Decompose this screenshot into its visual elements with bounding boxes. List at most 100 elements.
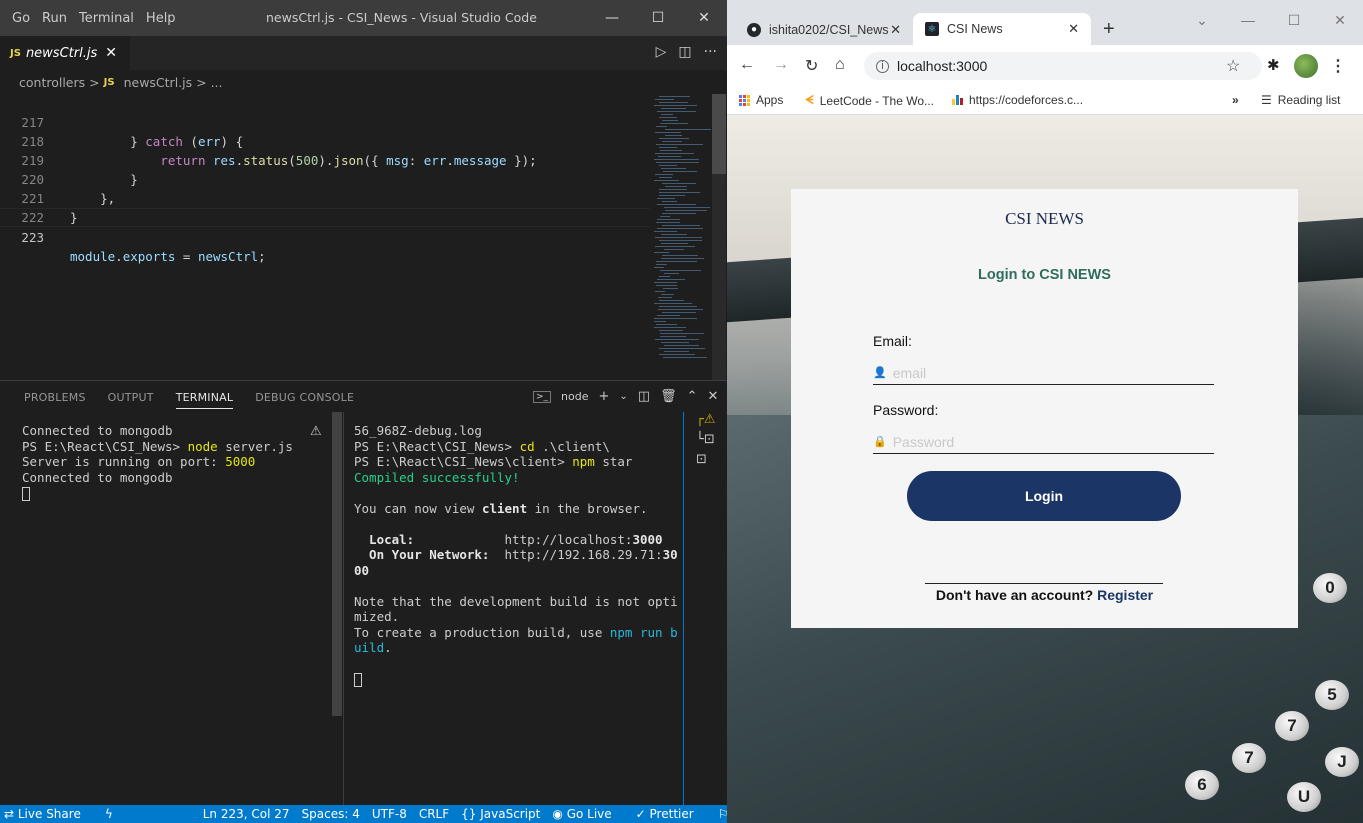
line-endings[interactable]: CRLF: [419, 807, 449, 821]
maximize-icon[interactable]: ☐: [1271, 0, 1317, 40]
vscode-menubar: Go Run Terminal Help: [0, 11, 176, 26]
background-key: J: [1325, 747, 1359, 777]
prettier-button[interactable]: ✓ Prettier: [636, 807, 706, 821]
live-share-button[interactable]: ⇄ Live Share: [4, 807, 93, 821]
close-icon[interactable]: ✕: [1317, 0, 1363, 40]
maximize-panel-icon[interactable]: ⌃: [687, 389, 698, 404]
editor-tab-newsctrl[interactable]: JS newsCtrl.js ✕: [0, 36, 130, 70]
new-terminal-icon[interactable]: +: [599, 389, 610, 404]
feedback-icon[interactable]: ⚐: [718, 807, 727, 821]
background-key: 7: [1232, 743, 1266, 773]
new-tab-button[interactable]: +: [1103, 18, 1115, 41]
split-terminal-icon[interactable]: ◫: [638, 389, 650, 404]
browser-tab-github[interactable]: ● ishita0202/CSI_News ✕: [735, 14, 913, 45]
terminal-scrollbar[interactable]: [332, 412, 342, 716]
minimap-line: [665, 210, 707, 211]
bookmark-codeforces[interactable]: https://codeforces.c...: [952, 93, 1083, 107]
minimap-line: [654, 321, 666, 322]
tab-output[interactable]: OUTPUT: [108, 391, 154, 409]
minimap-line: [654, 282, 677, 283]
more-actions-icon[interactable]: ···: [704, 44, 717, 60]
register-link[interactable]: Register: [1097, 587, 1153, 603]
minimap-line: [655, 99, 674, 100]
minimap-line: [657, 228, 703, 229]
tab-close-icon[interactable]: ✕: [890, 22, 901, 38]
password-input[interactable]: [892, 433, 1193, 450]
tab-search-icon[interactable]: ⌄: [1179, 0, 1225, 40]
login-button[interactable]: Login: [907, 471, 1181, 521]
lightning-icon[interactable]: ϟ: [105, 807, 113, 821]
breadcrumb-tail[interactable]: > ...: [196, 75, 222, 90]
breadcrumb-file[interactable]: newsCtrl.js: [124, 75, 193, 90]
address-bar[interactable]: i localhost:3000: [864, 52, 1262, 80]
minimap[interactable]: [650, 94, 712, 364]
minimap-line: [658, 309, 703, 310]
go-live-button[interactable]: ◉ Go Live: [552, 807, 623, 821]
close-panel-icon[interactable]: ✕: [708, 389, 719, 404]
indentation[interactable]: Spaces: 4: [302, 807, 360, 821]
reload-icon[interactable]: ↻: [805, 56, 818, 76]
editor-scrollbar[interactable]: [712, 94, 726, 380]
editor-scrollbar-thumb[interactable]: [712, 94, 726, 174]
minimap-line: [664, 351, 689, 352]
minimap-line: [654, 105, 697, 106]
menu-terminal[interactable]: Terminal: [79, 11, 134, 26]
tab-problems[interactable]: PROBLEMS: [24, 391, 86, 409]
react-icon: ⚛: [925, 22, 939, 36]
breadcrumb-folder[interactable]: controllers: [19, 75, 85, 90]
kebab-menu-icon[interactable]: ⋮: [1330, 56, 1346, 76]
tab-terminal[interactable]: TERMINAL: [175, 391, 234, 409]
code-line: 218 return res.status(500).json({ msg: e…: [0, 113, 650, 168]
language-mode[interactable]: {} JavaScript: [461, 807, 540, 821]
cursor-position[interactable]: Ln 223, Col 27: [203, 807, 290, 821]
reading-list-button[interactable]: ☰ Reading list: [1261, 93, 1340, 107]
menu-help[interactable]: Help: [146, 11, 176, 26]
terminal-right[interactable]: 56_968Z-debug.log PS E:\React\CSI_News> …: [354, 423, 678, 687]
terminal-left[interactable]: Connected to mongodb PS E:\React\CSI_New…: [22, 423, 293, 501]
editor-tab-label: newsCtrl.js: [25, 45, 98, 61]
tab-close-icon[interactable]: ✕: [105, 45, 117, 61]
terminal-split-divider[interactable]: [343, 412, 344, 805]
close-icon[interactable]: ✕: [681, 0, 727, 36]
back-arrow-icon[interactable]: ←: [739, 56, 755, 74]
site-info-icon[interactable]: i: [876, 59, 889, 73]
minimap-line: [661, 294, 674, 295]
code-editor[interactable]: 217 } catch (err) { 218 return res.statu…: [0, 94, 650, 380]
terminal-tabs-list: ┌⚠ └⊡ ⊡: [683, 412, 727, 805]
terminal-selector[interactable]: node: [561, 390, 588, 403]
email-input[interactable]: [892, 364, 1193, 381]
password-field: 🔒: [873, 430, 1214, 454]
tab-close-icon[interactable]: ✕: [1068, 21, 1079, 37]
maximize-icon[interactable]: ☐: [635, 0, 681, 36]
warning-icon[interactable]: ⚠: [310, 424, 322, 439]
encoding[interactable]: UTF-8: [372, 807, 407, 821]
terminal-tab-icon[interactable]: └⊡: [684, 432, 727, 452]
minimize-icon[interactable]: —: [589, 0, 635, 36]
brand-title: CSI NEWS: [1005, 209, 1084, 228]
forward-arrow-icon[interactable]: →: [773, 56, 789, 74]
chevron-down-icon[interactable]: ⌄: [619, 391, 627, 402]
bookmark-star-icon[interactable]: ☆: [1226, 56, 1240, 76]
menu-go[interactable]: Go: [12, 11, 30, 26]
minimize-icon[interactable]: —: [1225, 0, 1271, 40]
trash-icon[interactable]: 🗑: [660, 389, 677, 404]
window-controls: — ☐ ✕: [589, 0, 727, 36]
home-icon[interactable]: ⌂: [835, 56, 845, 74]
code-line: 221 }: [0, 170, 650, 225]
minimap-line: [654, 318, 697, 319]
bookmark-apps[interactable]: Apps: [739, 93, 783, 107]
tab-debug-console[interactable]: DEBUG CONSOLE: [255, 391, 354, 409]
run-icon[interactable]: ▷: [656, 44, 667, 60]
browser-tab-csi-news[interactable]: ⚛ CSI News ✕: [913, 13, 1091, 45]
profile-avatar[interactable]: [1294, 54, 1318, 78]
terminal-tab-icon[interactable]: ⊡: [684, 452, 727, 472]
terminal-tab-warning-icon[interactable]: ┌⚠: [684, 412, 727, 432]
minimap-line: [662, 255, 698, 256]
menu-run[interactable]: Run: [42, 11, 67, 26]
minimap-line: [662, 141, 682, 142]
minimap-line: [661, 108, 686, 109]
split-editor-icon[interactable]: ◫: [678, 44, 691, 60]
extensions-puzzle-icon[interactable]: ✱: [1267, 56, 1280, 74]
bookmark-leetcode[interactable]: ᗕ LeetCode - The Wo...: [805, 93, 934, 108]
bookmarks-overflow-button[interactable]: »: [1232, 93, 1239, 107]
